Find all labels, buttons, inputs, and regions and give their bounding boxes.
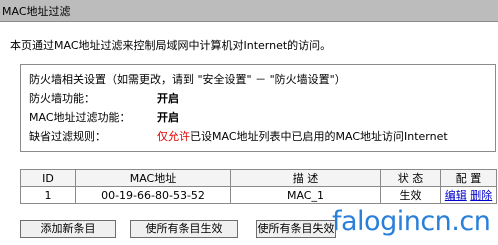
- default-rule-highlight: 仅允许: [157, 130, 190, 143]
- default-rule-label: 缺省过滤规则：: [29, 130, 106, 143]
- cell-config: 编辑 删除: [440, 186, 497, 204]
- mac-filter-row: MAC地址过滤功能： 开启: [29, 109, 179, 125]
- default-rule-text: 已设MAC地址列表中已启用的MAC地址访问Internet: [190, 130, 448, 143]
- default-rule-row: 缺省过滤规则： 仅允许已设MAC地址列表中已启用的MAC地址访问Internet: [29, 128, 448, 144]
- column-header-status: 状 态: [380, 169, 441, 187]
- mac-filter-table: ID MAC地址 描 述 状 态 配 置 1 00-19-66-80-53-52…: [20, 169, 497, 204]
- default-rule-value: 仅允许已设MAC地址列表中已启用的MAC地址访问Internet: [157, 128, 448, 144]
- mac-filter-table-wrap: ID MAC地址 描 述 状 态 配 置 1 00-19-66-80-53-52…: [20, 169, 497, 204]
- enable-all-button[interactable]: 使所有条目生效: [130, 220, 238, 238]
- cell-status: 生效: [380, 186, 441, 204]
- firewall-settings-heading: 防火墙相关设置（如需更改，请到 "安全设置" － "防火墙设置"）: [29, 73, 346, 86]
- firewall-value: 开启: [157, 92, 179, 105]
- firewall-label: 防火墙功能：: [29, 92, 95, 105]
- cell-id: 1: [20, 186, 76, 204]
- add-entry-button[interactable]: 添加新条目: [20, 220, 116, 238]
- cell-mac: 00-19-66-80-53-52: [75, 186, 231, 204]
- watermark-text: falogincn.cn: [332, 206, 491, 237]
- column-header-id: ID: [20, 169, 76, 187]
- mac-filter-value: 开启: [157, 111, 179, 124]
- cell-description: MAC_1: [230, 186, 381, 204]
- table-row: 1 00-19-66-80-53-52 MAC_1 生效 编辑 删除: [20, 186, 497, 204]
- mac-filter-label: MAC地址过滤功能：: [29, 111, 131, 124]
- intro-text: 本页通过MAC地址过滤来控制局域网中计算机对Internet的访问。: [10, 39, 332, 52]
- column-header-config: 配 置: [440, 169, 497, 187]
- column-header-description: 描 述: [230, 169, 381, 187]
- delete-link[interactable]: 删除: [470, 189, 492, 202]
- table-header-row: ID MAC地址 描 述 状 态 配 置: [20, 169, 497, 187]
- firewall-settings-panel: 防火墙相关设置（如需更改，请到 "安全设置" － "防火墙设置"） 防火墙功能：…: [20, 64, 496, 152]
- edit-link[interactable]: 编辑: [445, 189, 467, 202]
- page-header: MAC地址过滤: [0, 0, 498, 22]
- page-title: MAC地址过滤: [2, 5, 71, 18]
- disable-all-button[interactable]: 使所有条目失效: [256, 220, 336, 238]
- firewall-row: 防火墙功能： 开启: [29, 90, 179, 106]
- column-header-mac: MAC地址: [75, 169, 231, 187]
